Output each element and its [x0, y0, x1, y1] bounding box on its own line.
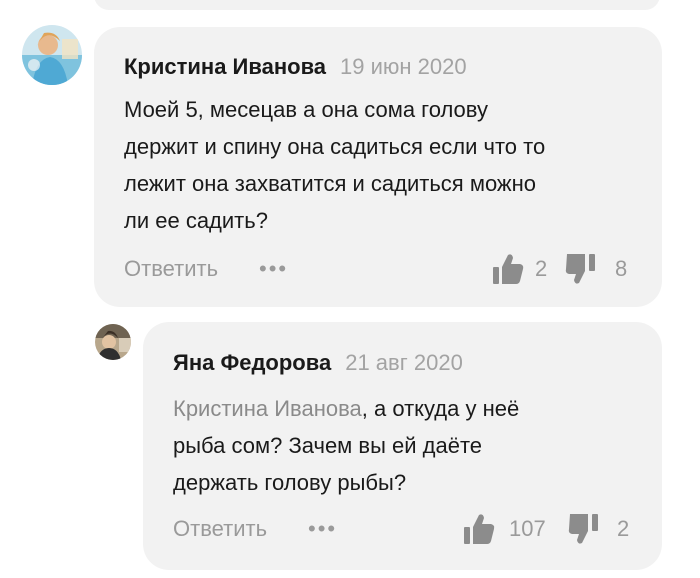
mention-link[interactable]: Кристина Иванова: [173, 396, 362, 421]
comment-card: Кристина Иванова 19 июн 2020 Моей 5, месе…: [94, 27, 662, 307]
reply-comment-card: Яна Федорова 21 авг 2020 Кристина Иванова…: [143, 322, 662, 570]
comment-text: Кристина Иванова, а откуда у неё рыба со…: [173, 390, 519, 501]
comment-text-line: держит и спину она садиться если что то: [124, 134, 546, 159]
more-dots-icon[interactable]: •••: [308, 516, 337, 542]
comment-actions: Ответить ••• 2 8: [124, 254, 627, 286]
comment-text-line: рыба сом? Зачем вы ей даёте: [173, 433, 483, 458]
comment-date: 21 авг 2020: [345, 350, 463, 375]
thumbs-up-icon[interactable]: [463, 512, 495, 546]
previous-comment-card: [94, 0, 660, 10]
comment-header: Кристина Иванова 19 июн 2020: [124, 54, 467, 80]
dislike-count: 8: [615, 256, 628, 281]
comment-date: 19 июн 2020: [340, 54, 467, 79]
dislike-count: 2: [617, 516, 630, 541]
thumbs-down-icon[interactable]: [565, 252, 597, 286]
comment-text-line: ли ее садить?: [124, 208, 268, 233]
comment-text-line: лежит она захватится и садиться можно: [124, 171, 537, 196]
avatar-yana[interactable]: [95, 324, 131, 360]
more-dots-icon[interactable]: •••: [259, 256, 288, 282]
reply-button[interactable]: Ответить: [173, 516, 267, 542]
comment-text: Моей 5, месецав а она сома голову держит…: [124, 91, 545, 239]
comment-header: Яна Федорова 21 авг 2020: [173, 350, 463, 376]
like-count: 107: [509, 516, 546, 541]
comment-text-line: Кристина Иванова, а откуда у неё: [173, 390, 519, 427]
reply-button[interactable]: Ответить: [124, 256, 218, 282]
comment-actions: Ответить ••• 107 2: [173, 514, 643, 546]
comment-text-fragment: , а откуда у неё: [361, 396, 520, 421]
comment-text-line: Моей 5, месецав а она сома голову: [124, 97, 488, 122]
author-name[interactable]: Кристина Иванова: [124, 54, 326, 79]
comment-text-line: держать голову рыбы?: [173, 470, 407, 495]
thumbs-up-icon[interactable]: [492, 252, 524, 286]
thumbs-down-icon[interactable]: [568, 512, 600, 546]
like-count: 2: [535, 256, 548, 281]
author-name[interactable]: Яна Федорова: [173, 350, 331, 375]
avatar-kristina[interactable]: [22, 25, 82, 85]
